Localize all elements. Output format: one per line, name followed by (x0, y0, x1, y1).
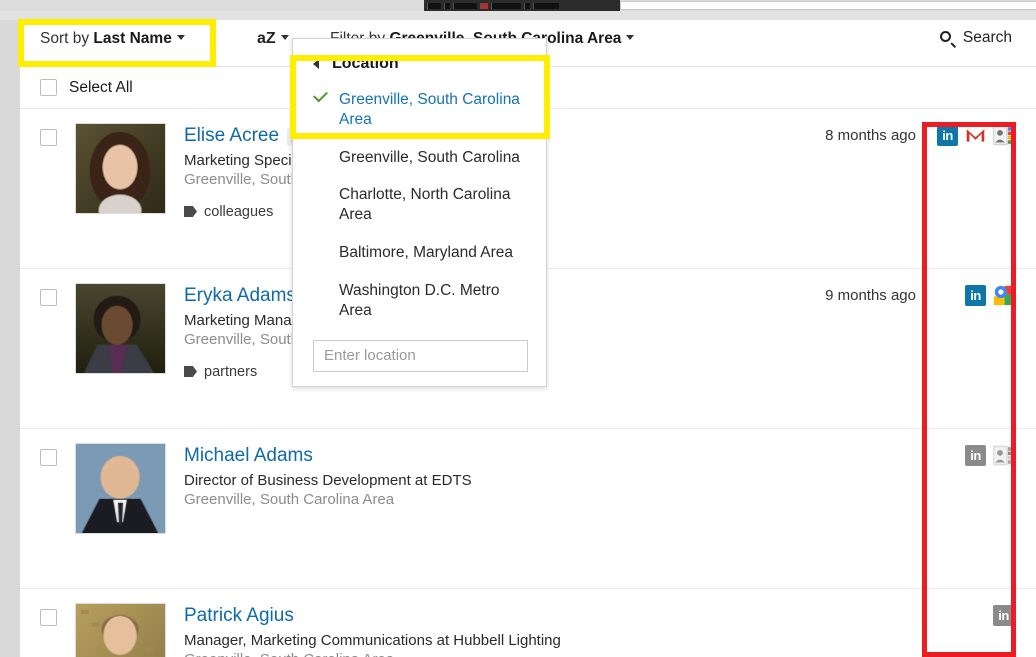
linkedin-icon[interactable]: in (965, 445, 986, 466)
sort-direction-label: aZ (257, 30, 276, 47)
location-dropdown-header[interactable]: Location (293, 47, 546, 81)
last-contacted-time: 8 months ago (825, 127, 916, 144)
linkedin-icon[interactable]: in (993, 605, 1014, 626)
chevron-down-icon (177, 35, 185, 40)
source-icons: in (937, 125, 1014, 146)
bookmark-item[interactable] (480, 3, 488, 9)
contact-name-link[interactable]: Eryka Adams (184, 285, 296, 307)
chrome-divider (0, 11, 1036, 20)
bookmark-item[interactable] (524, 3, 530, 9)
search-button[interactable]: Search (940, 29, 1012, 47)
google-icon[interactable] (993, 285, 1014, 306)
contact-name-link[interactable]: Elise Acree (184, 125, 279, 147)
browser-chrome-strip (0, 0, 1036, 20)
gmail-icon[interactable] (965, 125, 986, 146)
select-all-checkbox[interactable] (40, 79, 57, 96)
contact-checkbox[interactable] (40, 449, 57, 466)
bookmark-item[interactable] (491, 3, 521, 9)
location-option-label: Greenville, South Carolina (339, 149, 520, 166)
bookmark-item[interactable] (453, 3, 477, 9)
search-icon (940, 31, 955, 46)
select-all-label: Select All (69, 79, 133, 97)
location-option-label: Washington D.C. Metro Area (339, 282, 500, 319)
avatar[interactable] (75, 603, 166, 657)
contact-info: Patrick Agius Manager, Marketing Communic… (184, 603, 1036, 657)
source-icons: in (965, 445, 1014, 466)
chevron-down-icon (281, 35, 289, 40)
search-label: Search (963, 29, 1012, 47)
contact-headline: Manager, Marketing Communications at Hub… (184, 632, 1036, 649)
location-option-label: Charlotte, North Carolina Area (339, 186, 510, 223)
avatar[interactable] (75, 283, 166, 374)
sort-by-prefix: Sort by (40, 30, 93, 47)
location-option[interactable]: Baltimore, Maryland Area (293, 234, 546, 272)
source-icons: in (965, 285, 1014, 306)
contact-location: Greenville, South Carolina Area (184, 491, 1036, 508)
last-contacted-time: 9 months ago (825, 287, 916, 304)
contact-info: Michael Adams Director of Business Develo… (184, 443, 1036, 574)
contact-checkbox[interactable] (40, 609, 57, 626)
sort-direction-control[interactable]: aZ (257, 30, 289, 48)
app-root: Sort by Last Name aZ Filter by Greenvill… (0, 0, 1036, 657)
location-option[interactable]: Greenville, South Carolina (293, 139, 546, 177)
contact-tag-label: colleagues (204, 204, 273, 220)
tag-icon (184, 366, 197, 377)
location-option[interactable]: Charlotte, North Carolina Area (293, 176, 546, 234)
google-contacts-icon[interactable] (993, 445, 1014, 466)
linkedin-icon[interactable]: in (965, 285, 986, 306)
address-bar[interactable] (620, 1, 1036, 10)
contact-checkbox[interactable] (40, 129, 57, 146)
contact-name-link[interactable]: Patrick Agius (184, 605, 294, 627)
source-icons: in (993, 605, 1014, 626)
bookmark-item[interactable] (444, 3, 450, 9)
chevron-left-icon[interactable] (313, 59, 319, 69)
location-dropdown[interactable]: Location Greenville, South Carolina Area… (292, 38, 547, 387)
contact-name-link[interactable]: Michael Adams (184, 445, 313, 467)
check-icon (313, 88, 328, 103)
contact-row[interactable]: Michael Adams Director of Business Develo… (20, 429, 1036, 589)
google-contacts-icon[interactable] (993, 125, 1014, 146)
contact-tag-label: partners (204, 364, 257, 380)
bookmark-item[interactable] (427, 3, 441, 9)
chevron-down-icon (626, 35, 634, 40)
bookmarks-bar[interactable] (424, 0, 620, 11)
location-option-label: Baltimore, Maryland Area (339, 244, 513, 261)
avatar[interactable] (75, 123, 166, 214)
location-option[interactable]: Greenville, South Carolina Area (293, 81, 546, 139)
location-dropdown-title: Location (332, 55, 399, 73)
sort-by-value: Last Name (93, 30, 171, 47)
contact-row[interactable]: Patrick Agius Manager, Marketing Communic… (20, 589, 1036, 657)
bookmark-item[interactable] (533, 3, 559, 9)
linkedin-icon[interactable]: in (937, 125, 958, 146)
contact-headline: Director of Business Development at EDTS (184, 472, 1036, 489)
tag-icon (184, 206, 197, 217)
location-input[interactable] (313, 340, 528, 372)
contact-location: Greenville, South Carolina Area (184, 651, 1036, 657)
sort-by-control[interactable]: Sort by Last Name (40, 30, 185, 48)
location-option[interactable]: Washington D.C. Metro Area (293, 272, 546, 330)
location-option-label: Greenville, South Carolina Area (339, 91, 520, 128)
contact-checkbox[interactable] (40, 289, 57, 306)
avatar[interactable] (75, 443, 166, 534)
